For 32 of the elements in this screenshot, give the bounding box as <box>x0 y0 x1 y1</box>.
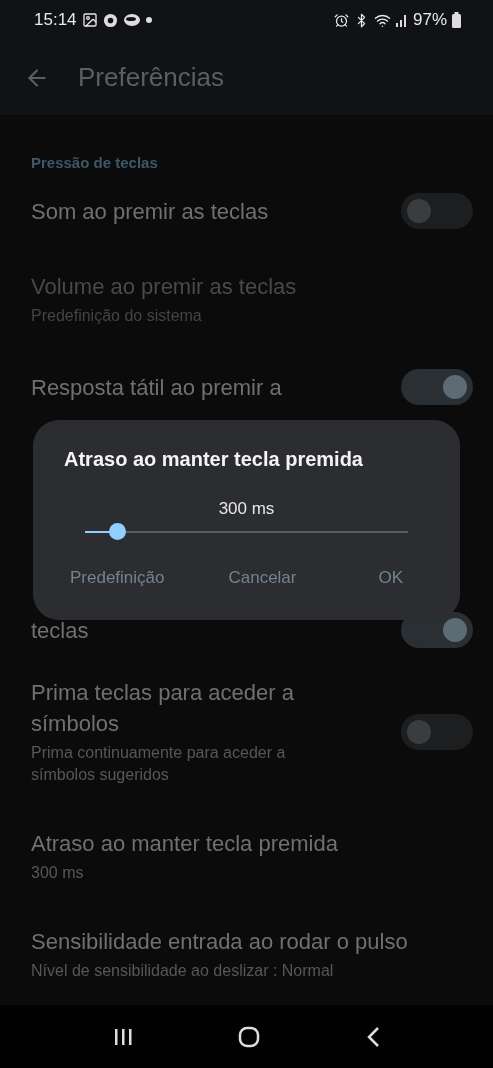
alarm-icon <box>333 12 349 28</box>
battery-icon <box>452 12 461 28</box>
image-icon <box>81 12 98 28</box>
setting-summary: Prima continuamente para aceder a símbolos sugeridos <box>31 743 287 785</box>
dialog-button[interactable]: Cancelar <box>222 564 303 592</box>
toggle-switch[interactable] <box>401 369 473 405</box>
battery-percentage: 97% <box>412 10 447 30</box>
dot-icon <box>145 17 152 23</box>
toggle-switch[interactable] <box>401 193 473 229</box>
dialog-button[interactable]: Predefinição <box>64 564 171 592</box>
setting-title[interactable]: Atraso ao manter tecla premida <box>31 828 338 859</box>
setting-title[interactable]: Prima teclas para aceder a símbolos <box>31 677 331 739</box>
slider-value: 300 ms <box>218 499 275 519</box>
home-icon[interactable] <box>238 1025 261 1048</box>
setting-summary: 300 ms <box>31 863 85 883</box>
slider[interactable] <box>85 523 408 541</box>
recent-apps-icon[interactable] <box>112 1026 133 1047</box>
dialog-button[interactable]: OK <box>372 564 409 592</box>
setting-title[interactable]: Resposta tátil ao premir a <box>31 371 282 403</box>
dialog-title: Atraso ao manter tecla premida <box>64 448 364 471</box>
section-header: Pressão de teclas <box>30 153 159 172</box>
setting-title[interactable]: Sensibilidade entrada ao rodar o pulso <box>31 926 408 957</box>
browser-icon <box>102 12 118 28</box>
status-time: 15:14 <box>34 10 77 30</box>
slider-thumb[interactable] <box>109 523 127 540</box>
setting-title[interactable]: Som ao premir as teclas <box>31 195 269 227</box>
toggle-switch[interactable] <box>401 713 473 750</box>
page-title: Preferências <box>78 62 224 93</box>
setting-summary: Predefinição do sistema <box>31 306 203 326</box>
back-icon[interactable] <box>366 1025 381 1048</box>
signal-icon <box>395 13 408 27</box>
setting-summary: Nível de sensibilidade ao deslizar : Normal <box>31 961 335 981</box>
